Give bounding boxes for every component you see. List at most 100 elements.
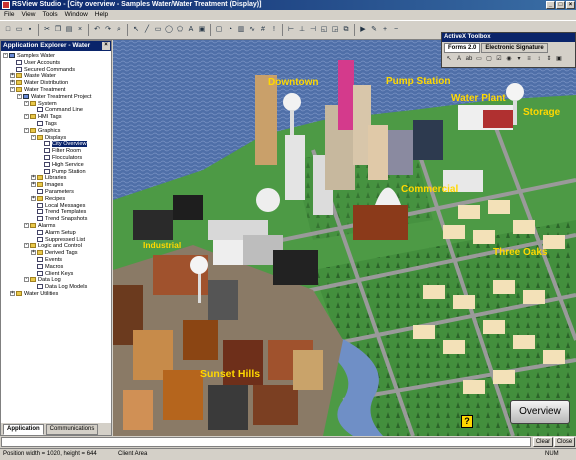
check-icon[interactable]: ☑ bbox=[495, 55, 503, 63]
collapse-icon[interactable]: - bbox=[24, 222, 29, 228]
tree-item[interactable]: - Data Log bbox=[1, 277, 111, 284]
close-button[interactable]: × bbox=[566, 1, 575, 9]
combo-icon[interactable]: ▾ bbox=[515, 55, 523, 63]
collapse-icon[interactable]: - bbox=[17, 93, 22, 99]
align-center-icon[interactable]: ⊥ bbox=[297, 25, 307, 35]
tree-item[interactable]: Tags bbox=[1, 121, 111, 128]
tree-item[interactable]: Local Messages bbox=[1, 203, 111, 210]
tree-item[interactable]: Alarm Setup bbox=[1, 230, 111, 237]
rectangle-icon[interactable]: ▭ bbox=[153, 25, 163, 35]
menu-window[interactable]: Window bbox=[65, 10, 88, 20]
tab-forms[interactable]: Forms 2.0 bbox=[444, 43, 481, 53]
close-command-button[interactable]: Close bbox=[554, 437, 575, 447]
tree-item[interactable]: Data Log Models bbox=[1, 284, 111, 291]
clear-button[interactable]: Clear bbox=[533, 437, 553, 447]
radio-icon[interactable]: ◉ bbox=[505, 55, 513, 63]
align-left-icon[interactable]: ⊢ bbox=[286, 25, 296, 35]
group-icon[interactable]: ⧉ bbox=[341, 25, 351, 35]
save-icon[interactable]: ▪ bbox=[25, 25, 35, 35]
expand-icon[interactable]: + bbox=[10, 73, 15, 79]
button-icon[interactable]: ▢ bbox=[485, 55, 493, 63]
expand-icon[interactable]: + bbox=[31, 175, 36, 181]
tree-item[interactable]: - Water Treatment Project bbox=[1, 93, 111, 101]
ellipse-icon[interactable]: ◯ bbox=[164, 25, 174, 35]
new-icon[interactable]: □ bbox=[3, 25, 13, 35]
collapse-icon[interactable]: - bbox=[24, 243, 29, 249]
tree-item[interactable]: Macros bbox=[1, 264, 111, 271]
scroll-icon[interactable]: ↕ bbox=[535, 55, 543, 63]
pointer-icon[interactable]: ↖ bbox=[445, 55, 453, 63]
tree-item[interactable]: - Water Treatment bbox=[1, 87, 111, 94]
gauge-icon[interactable]: ◔ bbox=[225, 25, 235, 35]
redo-icon[interactable]: ↷ bbox=[103, 25, 113, 35]
tree-item[interactable]: - Graphics bbox=[1, 127, 111, 135]
tree-item[interactable]: Trend Templates bbox=[1, 209, 111, 216]
menu-view[interactable]: View bbox=[21, 10, 35, 20]
tree-item[interactable]: - Alarms bbox=[1, 222, 111, 230]
tree-item[interactable]: Trend Snapshots bbox=[1, 216, 111, 223]
tree-item[interactable]: - HMI Tags bbox=[1, 114, 111, 121]
select-icon[interactable]: ↖ bbox=[131, 25, 141, 35]
menu-tools[interactable]: Tools bbox=[42, 10, 57, 20]
polygon-icon[interactable]: ⬠ bbox=[175, 25, 185, 35]
tree-item[interactable]: City Overview bbox=[1, 141, 111, 148]
expand-icon[interactable]: + bbox=[10, 80, 15, 86]
send-back-icon[interactable]: ◲ bbox=[330, 25, 340, 35]
maximize-button[interactable]: □ bbox=[556, 1, 565, 9]
tab-communications[interactable]: Communications bbox=[45, 424, 99, 435]
menu-help[interactable]: Help bbox=[95, 10, 108, 20]
collapse-icon[interactable]: - bbox=[24, 100, 29, 106]
tree-item[interactable]: User Accounts bbox=[1, 60, 111, 67]
collapse-icon[interactable]: - bbox=[24, 114, 29, 120]
tree-item[interactable]: Filter Room bbox=[1, 148, 111, 155]
tree-item[interactable]: High Service bbox=[1, 162, 111, 169]
tree-item[interactable]: + Water Utilities bbox=[1, 290, 111, 298]
tab-application[interactable]: Application bbox=[3, 424, 44, 435]
command-input[interactable] bbox=[1, 437, 531, 447]
find-icon[interactable]: ⌕ bbox=[114, 25, 124, 35]
list-icon[interactable]: ≡ bbox=[525, 55, 533, 63]
tree-item[interactable]: - Samples Water bbox=[1, 53, 111, 60]
tab-electronic-signature[interactable]: Electronic Signature bbox=[481, 43, 548, 53]
collapse-icon[interactable]: - bbox=[31, 134, 36, 140]
delete-icon[interactable]: × bbox=[75, 25, 85, 35]
open-icon[interactable]: ▭ bbox=[14, 25, 24, 35]
spin-icon[interactable]: ⇕ bbox=[545, 55, 553, 63]
tree-item[interactable]: - System bbox=[1, 100, 111, 108]
zoom-out-icon[interactable]: − bbox=[391, 25, 401, 35]
menu-file[interactable]: File bbox=[4, 10, 14, 20]
collapse-icon[interactable]: - bbox=[24, 277, 29, 283]
expand-icon[interactable]: + bbox=[31, 250, 36, 256]
alarm-icon[interactable]: ! bbox=[269, 25, 279, 35]
numeric-display-icon[interactable]: # bbox=[258, 25, 268, 35]
textbox-icon[interactable]: ab bbox=[465, 55, 473, 63]
help-icon[interactable]: ? bbox=[461, 415, 473, 428]
frame-icon[interactable]: ▭ bbox=[475, 55, 483, 63]
align-right-icon[interactable]: ⊣ bbox=[308, 25, 318, 35]
expand-icon[interactable]: + bbox=[31, 182, 36, 188]
cut-icon[interactable]: ✂ bbox=[42, 25, 52, 35]
text-icon[interactable]: A bbox=[186, 25, 196, 35]
minimize-button[interactable]: _ bbox=[546, 1, 555, 9]
test-display-icon[interactable]: ▶ bbox=[358, 25, 368, 35]
tree-item[interactable]: + Derived Tags bbox=[1, 250, 111, 257]
overview-button[interactable]: Overview bbox=[510, 400, 570, 424]
button-tool-icon[interactable]: ▢ bbox=[214, 25, 224, 35]
explorer-close-button[interactable]: × bbox=[102, 42, 110, 50]
copy-icon[interactable]: ❐ bbox=[53, 25, 63, 35]
paste-icon[interactable]: ▤ bbox=[64, 25, 74, 35]
undo-icon[interactable]: ↶ bbox=[92, 25, 102, 35]
trend-icon[interactable]: ∿ bbox=[247, 25, 257, 35]
tree-item[interactable]: + Recipes bbox=[1, 195, 111, 203]
bar-graph-icon[interactable]: ▥ bbox=[236, 25, 246, 35]
tree-item[interactable]: Secured Commands bbox=[1, 67, 111, 74]
tree-item[interactable]: + Images bbox=[1, 182, 111, 189]
zoom-in-icon[interactable]: + bbox=[380, 25, 390, 35]
tree-item[interactable]: Flocculators bbox=[1, 155, 111, 162]
label-icon[interactable]: A bbox=[455, 55, 463, 63]
tree-item[interactable]: + Water Distribution bbox=[1, 80, 111, 87]
edit-display-icon[interactable]: ✎ bbox=[369, 25, 379, 35]
tree-item[interactable]: Events bbox=[1, 257, 111, 264]
tree-item[interactable]: Parameters bbox=[1, 189, 111, 196]
collapse-icon[interactable]: - bbox=[24, 127, 29, 133]
